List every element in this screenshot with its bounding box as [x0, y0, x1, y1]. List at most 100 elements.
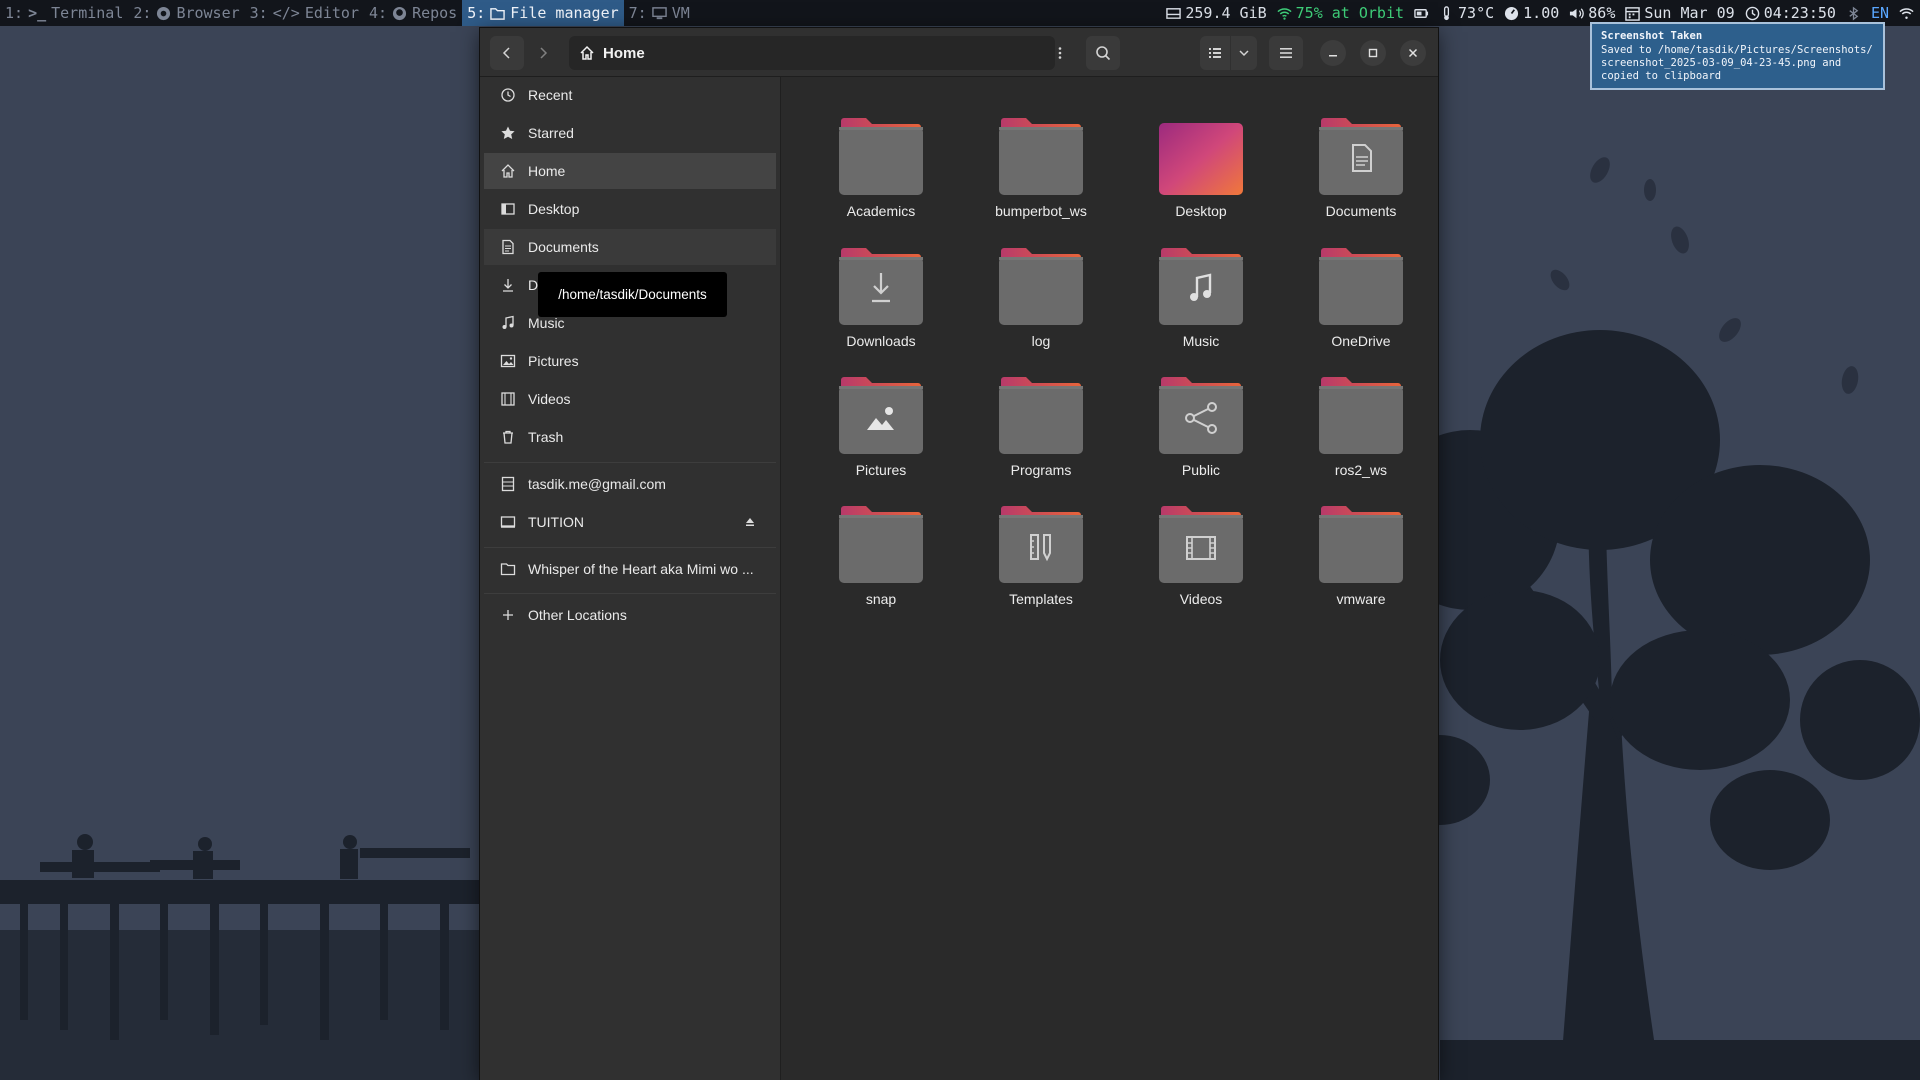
bluetooth-status[interactable]: [1846, 6, 1861, 21]
sidebar-item-documents[interactable]: Documents: [484, 229, 776, 265]
star-icon: [501, 126, 515, 139]
workspace-5[interactable]: 5: File manager: [462, 0, 624, 26]
search-button[interactable]: [1086, 36, 1120, 70]
folder-item[interactable]: Videos: [1136, 485, 1266, 607]
folder-name: Downloads: [846, 333, 916, 349]
notification-body: Saved to /home/tasdik/Pictures/Screensho…: [1601, 44, 1873, 82]
workspace-3[interactable]: 3: </> Editor: [245, 0, 364, 26]
sidebar-item-starred[interactable]: Starred: [484, 115, 776, 151]
folder-name: Pictures: [855, 462, 907, 478]
minimize-button[interactable]: [1320, 40, 1346, 66]
folder-item[interactable]: Templates: [976, 485, 1106, 607]
sidebar-item-label: Videos: [528, 391, 571, 407]
folder-icon: [1318, 247, 1404, 325]
sidebar-item-bookmark[interactable]: Whisper of the Heart aka Mimi wo ...: [484, 551, 776, 587]
close-button[interactable]: [1400, 40, 1426, 66]
sidebar-divider: [484, 462, 776, 463]
workspace-2[interactable]: 2: Browser: [128, 0, 244, 26]
hamburger-icon: [1280, 48, 1292, 58]
folder-item[interactable]: Public: [1136, 356, 1266, 478]
forward-button[interactable]: [526, 36, 560, 70]
folder-item[interactable]: Pictures: [816, 356, 946, 478]
folder-name: Public: [1181, 462, 1221, 478]
folder-item[interactable]: log: [976, 227, 1106, 349]
path-tooltip: /home/tasdik/Documents: [538, 272, 727, 317]
sidebar-item-other-locations[interactable]: Other Locations: [484, 597, 776, 633]
folder-item[interactable]: Downloads: [816, 227, 946, 349]
folder-item[interactable]: Documents: [1296, 97, 1426, 219]
sidebar-item-desktop[interactable]: Desktop: [484, 191, 776, 227]
maximize-button[interactable]: [1360, 40, 1386, 66]
sidebar-item-label: Desktop: [528, 201, 580, 217]
workspace-number: 3:: [249, 4, 268, 22]
sidebar-item-pictures[interactable]: Pictures: [484, 343, 776, 379]
time-status[interactable]: 04:23:50: [1745, 4, 1836, 22]
folder-name: Music: [1182, 333, 1220, 349]
back-button[interactable]: [490, 36, 524, 70]
code-icon: </>: [272, 4, 300, 22]
folder-icon: [838, 376, 924, 454]
workspace-label: VM: [671, 4, 690, 22]
notification-title: Screenshot Taken: [1601, 30, 1703, 42]
date-value: Sun Mar 09: [1644, 4, 1735, 22]
volume-icon: [1570, 7, 1585, 19]
folder-item[interactable]: bumperbot_ws: [976, 97, 1106, 219]
disk-status[interactable]: 259.4 GiB: [1166, 4, 1267, 22]
workspace-number: 7:: [628, 4, 647, 22]
path-menu-button[interactable]: [1045, 36, 1075, 70]
workspace-number: 2:: [133, 4, 152, 22]
folder-name: log: [1031, 333, 1051, 349]
workspace-label: Browser: [176, 4, 240, 22]
load-status[interactable]: 1.00: [1504, 4, 1559, 22]
disk-icon: [1166, 7, 1182, 19]
workspace-7[interactable]: 7: VM: [624, 0, 695, 26]
sidebar-item-label: Recent: [528, 87, 573, 103]
folder-name: snap: [865, 591, 897, 607]
workspace-4[interactable]: 4: Repos: [364, 0, 462, 26]
path-title: Home: [603, 44, 645, 62]
sidebar-item-tuition[interactable]: TUITION: [484, 504, 776, 540]
sidebar-item-label: tasdik.me@gmail.com: [528, 476, 666, 492]
document-icon: [502, 239, 514, 255]
list-view-icon: [1209, 48, 1221, 58]
folder-name: OneDrive: [1331, 333, 1391, 349]
battery-status[interactable]: [1414, 6, 1429, 21]
view-options-button[interactable]: [1231, 36, 1257, 70]
view-list-button[interactable]: [1200, 36, 1230, 70]
main-menu-button[interactable]: [1269, 36, 1303, 70]
folder-item[interactable]: ros2_ws: [1296, 356, 1426, 478]
search-icon: [1096, 46, 1111, 61]
folder-item[interactable]: Academics: [816, 97, 946, 219]
folder-icon: [1318, 505, 1404, 583]
date-status[interactable]: Sun Mar 09: [1625, 4, 1735, 22]
music-icon: [502, 315, 514, 329]
sidebar-item-home[interactable]: Home: [484, 153, 776, 189]
folder-icon: [838, 247, 924, 325]
folder-item[interactable]: Desktop: [1136, 97, 1266, 219]
keyboard-layout[interactable]: EN: [1871, 4, 1889, 22]
home-icon: [501, 164, 515, 178]
sidebar-item-recent[interactable]: Recent: [484, 77, 776, 113]
sidebar-item-videos[interactable]: Videos: [484, 381, 776, 417]
folder-item[interactable]: vmware: [1296, 485, 1426, 607]
folder-item[interactable]: Music: [1136, 227, 1266, 349]
sidebar-item-online-account[interactable]: tasdik.me@gmail.com: [484, 466, 776, 502]
workspace-label: Repos: [412, 4, 458, 22]
volume-status[interactable]: 86%: [1569, 4, 1615, 22]
path-bar[interactable]: Home: [569, 36, 1055, 70]
folder-item[interactable]: OneDrive: [1296, 227, 1426, 349]
eject-icon[interactable]: [744, 516, 756, 528]
network-tray[interactable]: [1899, 6, 1914, 21]
folder-name: Desktop: [1175, 203, 1227, 219]
folder-item[interactable]: Programs: [976, 356, 1106, 478]
workspace-1[interactable]: 1: >_ Terminal: [0, 0, 128, 26]
chevron-right-icon: [540, 47, 548, 59]
sidebar-item-trash[interactable]: Trash: [484, 419, 776, 455]
screenshot-notification[interactable]: Screenshot Taken Saved to /home/tasdik/P…: [1590, 22, 1885, 90]
wifi-status[interactable]: 75% at Orbit: [1277, 4, 1404, 22]
close-icon: [1408, 48, 1418, 58]
folder-item[interactable]: snap: [816, 485, 946, 607]
folder-icon: [1158, 505, 1244, 583]
github-icon: [393, 6, 407, 20]
temperature-status[interactable]: 73°C: [1439, 4, 1494, 22]
